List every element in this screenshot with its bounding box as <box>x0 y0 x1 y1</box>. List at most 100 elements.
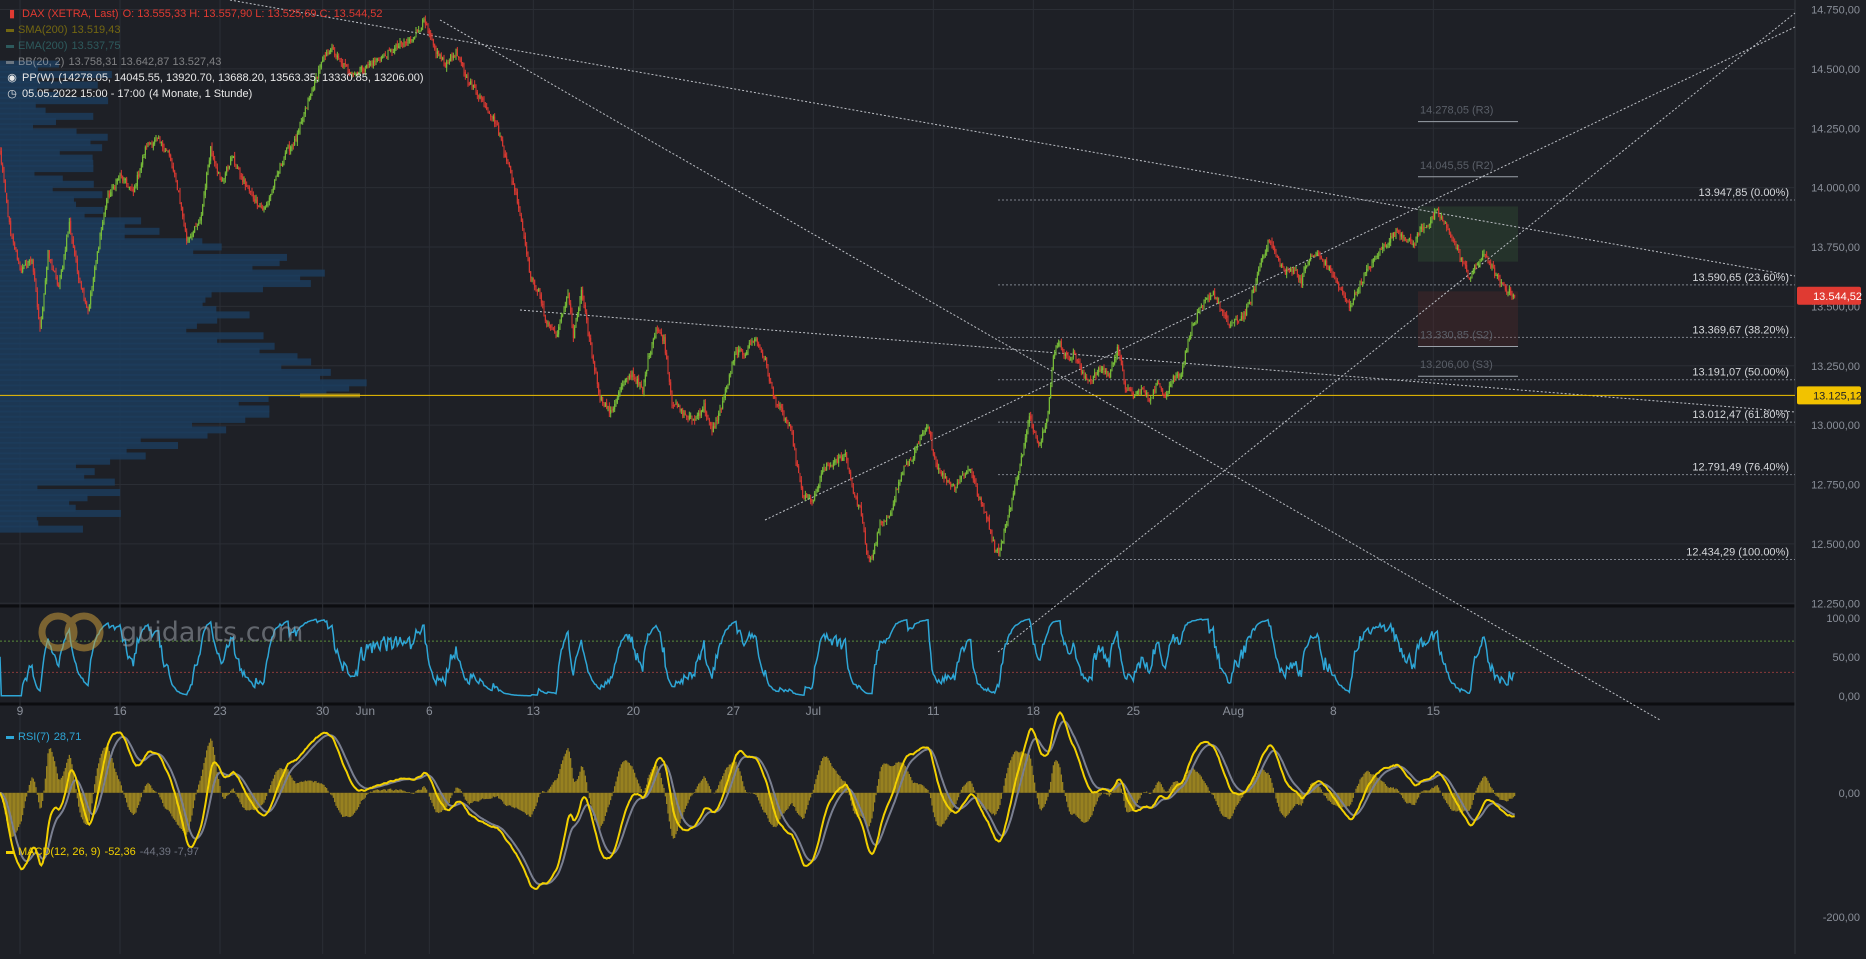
watermark-text: guidants.com <box>120 617 303 648</box>
candle <box>1380 248 1381 256</box>
candle-body <box>154 140 155 144</box>
macd-hist-bar <box>790 793 791 805</box>
macd-hist-bar <box>1385 784 1386 793</box>
candle <box>792 426 793 435</box>
candle-body <box>1472 274 1473 278</box>
candle-body <box>1457 248 1458 249</box>
candle-body <box>1468 271 1469 278</box>
macd-hist-bar <box>261 793 262 805</box>
level-price-tag-text: 13.125,12 <box>1813 390 1862 402</box>
candle <box>844 454 845 461</box>
macd-hist-bar <box>478 793 479 802</box>
candle-body <box>46 267 47 281</box>
candle-body <box>461 58 462 63</box>
candle <box>264 206 265 213</box>
macd-hist-bar <box>1411 793 1412 805</box>
candle <box>428 23 429 34</box>
candle-body <box>122 176 123 181</box>
candle-body <box>1370 267 1371 268</box>
pp-row[interactable]: ◉ PP(W) (14278.05, 14045.55, 13920.70, 1… <box>6 70 424 86</box>
candle <box>933 449 934 456</box>
candle-body <box>1492 265 1493 267</box>
ema-row[interactable]: EMA(200) 13.537,75 <box>6 38 424 54</box>
candle-body <box>850 472 851 480</box>
candle-body <box>1314 256 1315 257</box>
candle-body <box>940 468 941 472</box>
macd-hist-bar <box>934 793 935 817</box>
macd-hist-bar <box>201 776 202 793</box>
candle-body <box>713 426 714 432</box>
macd-title[interactable]: MACD(12, 26, 9) -52,36 -44,39 -7,97 <box>6 846 199 858</box>
candle <box>568 289 569 298</box>
candle <box>1213 290 1214 295</box>
candle <box>474 80 475 88</box>
candle <box>62 265 63 272</box>
last-price-tag[interactable]: 13.544,52 <box>1797 287 1862 305</box>
candle <box>146 143 147 150</box>
candle-body <box>926 427 927 431</box>
candle-body <box>886 518 887 522</box>
candle-body <box>1436 210 1437 211</box>
rsi-y-tick: 0,00 <box>1839 691 1860 703</box>
macd-hist-bar <box>1449 793 1450 807</box>
candle <box>581 287 582 304</box>
macd-hist-bar <box>1347 793 1348 806</box>
macd-hist-bar <box>1443 793 1444 799</box>
macd-hist-bar <box>585 776 586 793</box>
candle <box>208 165 209 176</box>
candle <box>1362 281 1363 287</box>
candle <box>729 373 730 385</box>
candle <box>880 519 881 535</box>
candle <box>201 212 202 225</box>
candle-body <box>17 250 18 260</box>
candle <box>658 327 659 333</box>
rsi-title[interactable]: RSI(7) 28,71 <box>6 731 81 743</box>
candle <box>1481 258 1482 262</box>
period-row[interactable]: ◷ 05.05.2022 15:00 - 17:00 (4 Monate, 1 … <box>6 86 424 102</box>
candle <box>540 288 541 299</box>
candle-body <box>1072 357 1073 361</box>
macd-hist-bar <box>735 762 736 793</box>
candle <box>1320 251 1321 259</box>
candle-body <box>592 345 593 355</box>
macd-hist-bar <box>1422 791 1423 792</box>
candle-body <box>788 422 789 426</box>
chart-root[interactable]: 12.250,0012.500,0012.750,0013.000,0013.2… <box>0 0 1866 954</box>
candle-body <box>70 221 71 233</box>
macd-hist-bar <box>242 793 243 807</box>
candle-body <box>762 352 763 356</box>
candle-body <box>949 480 950 483</box>
macd-hist-bar <box>125 793 126 798</box>
macd-hist-bar <box>326 788 327 793</box>
pivot-level-label: 14.278,05 (R3) <box>1420 105 1493 117</box>
candle-body <box>14 243 15 250</box>
macd-hist-bar <box>878 779 879 793</box>
candle-body <box>1020 465 1021 472</box>
candle <box>266 202 267 208</box>
candle <box>1454 238 1455 245</box>
candle <box>1501 279 1502 287</box>
candle <box>493 114 494 121</box>
candle <box>1489 260 1490 265</box>
sma-row[interactable]: SMA(200) 13.519,43 <box>6 22 424 38</box>
candle-body <box>685 413 686 416</box>
candle-body <box>1094 373 1095 376</box>
chart-canvas[interactable]: 12.250,0012.500,0012.750,0013.000,0013.2… <box>0 0 1866 954</box>
candle-body <box>1432 216 1433 220</box>
candle <box>874 543 875 554</box>
candle-body <box>236 166 237 168</box>
macd-hist-bar <box>1426 790 1427 792</box>
candle <box>793 430 794 447</box>
level-price-tag[interactable]: 13.125,12 <box>1797 386 1862 404</box>
candle-body <box>941 472 942 475</box>
instrument-row[interactable]: ▮ DAX (XETRA, Last) O: 13.555,33 H: 13.5… <box>6 6 424 22</box>
candle <box>942 471 943 479</box>
candle <box>1133 391 1134 399</box>
candle <box>1210 293 1211 301</box>
candle-body <box>88 308 89 312</box>
candle-body <box>657 330 658 331</box>
candle-body <box>1396 229 1397 237</box>
macd-hist-bar <box>1471 793 1472 805</box>
bb-row[interactable]: BB(20, 2) 13.758,31 13.642,87 13.527,43 <box>6 54 424 70</box>
candle-body <box>1002 541 1003 542</box>
